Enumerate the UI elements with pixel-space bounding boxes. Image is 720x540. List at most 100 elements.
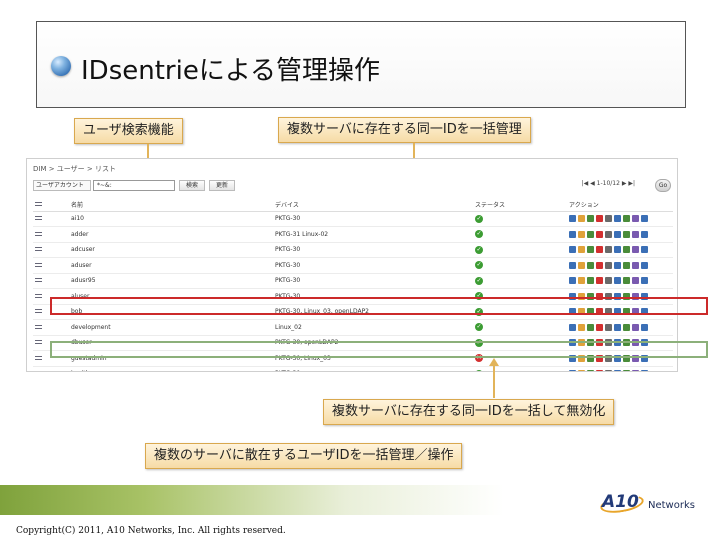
checkbox-icon[interactable] xyxy=(35,293,42,298)
action-icon[interactable] xyxy=(596,230,603,238)
action-icon[interactable] xyxy=(614,261,621,269)
action-icon[interactable] xyxy=(632,215,639,223)
user-name[interactable]: adusr95 xyxy=(69,273,273,289)
action-icon[interactable] xyxy=(641,230,648,238)
action-icon[interactable] xyxy=(569,230,576,238)
column-header[interactable]: 名前 xyxy=(69,199,273,212)
row-select-cell[interactable] xyxy=(33,242,69,258)
checkbox-icon[interactable] xyxy=(35,262,42,267)
action-icon[interactable] xyxy=(623,230,630,238)
action-icon[interactable] xyxy=(641,370,648,371)
action-icon[interactable] xyxy=(623,246,630,254)
user-name[interactable]: adder xyxy=(69,226,273,243)
column-header[interactable]: ステータス xyxy=(473,199,567,212)
action-icon[interactable] xyxy=(587,230,594,238)
checkbox-icon[interactable] xyxy=(35,324,42,329)
action-icon[interactable] xyxy=(605,370,612,371)
action-icon[interactable] xyxy=(578,230,585,238)
table-row[interactable]: jsmithPKTG-30✓ xyxy=(33,366,673,372)
go-button[interactable]: Go xyxy=(655,179,671,192)
action-icon[interactable] xyxy=(641,277,648,285)
user-name[interactable]: aduser xyxy=(69,257,273,274)
action-icon[interactable] xyxy=(632,323,639,331)
action-icon[interactable] xyxy=(587,261,594,269)
action-icon[interactable] xyxy=(623,323,630,331)
row-select-cell[interactable] xyxy=(33,226,69,243)
action-icon[interactable] xyxy=(605,277,612,285)
action-icon[interactable] xyxy=(641,261,648,269)
action-icon[interactable] xyxy=(596,323,603,331)
action-icon[interactable] xyxy=(569,277,576,285)
action-icon[interactable] xyxy=(569,246,576,254)
checkbox-icon[interactable] xyxy=(35,371,42,372)
action-icon[interactable] xyxy=(614,230,621,238)
pager[interactable]: |◀ ◀ 1-10/12 ▶ ▶| xyxy=(582,180,635,187)
table-row[interactable]: adcuser PKTG-30 ✓ xyxy=(33,242,673,258)
action-icon[interactable] xyxy=(614,370,621,371)
user-name[interactable]: jsmith xyxy=(69,366,273,371)
row-select-cell[interactable] xyxy=(33,257,69,274)
action-icon[interactable] xyxy=(614,277,621,285)
action-icon[interactable] xyxy=(614,246,621,254)
user-name[interactable]: development xyxy=(69,319,273,336)
action-icon[interactable] xyxy=(578,261,585,269)
action-icon[interactable] xyxy=(578,215,585,223)
action-icon[interactable] xyxy=(623,370,630,371)
user-name[interactable]: ai10 xyxy=(69,211,273,227)
checkbox-icon[interactable] xyxy=(35,355,42,360)
select-all-header[interactable] xyxy=(33,199,69,212)
action-icon[interactable] xyxy=(596,215,603,223)
action-icon[interactable] xyxy=(578,323,585,331)
table-row[interactable]: adusr95 PKTG-30 ✓ xyxy=(33,273,673,289)
action-icon[interactable] xyxy=(587,246,594,254)
action-icon[interactable] xyxy=(587,323,594,331)
checkbox-icon[interactable] xyxy=(35,278,42,283)
action-icon[interactable] xyxy=(632,230,639,238)
table-row[interactable]: adder PKTG-31 Linux-02 ✓ xyxy=(33,226,673,243)
action-icon[interactable] xyxy=(605,215,612,223)
row-select-cell[interactable] xyxy=(33,366,69,372)
action-icon[interactable] xyxy=(641,246,648,254)
column-header[interactable]: デバイス xyxy=(273,199,473,212)
row-select-cell[interactable] xyxy=(33,273,69,289)
action-icon[interactable] xyxy=(605,246,612,254)
action-icon[interactable] xyxy=(605,261,612,269)
action-icon[interactable] xyxy=(614,215,621,223)
action-icon[interactable] xyxy=(587,215,594,223)
breadcrumb[interactable]: DIM > ユーザー > リスト xyxy=(33,164,116,174)
action-icon[interactable] xyxy=(587,277,594,285)
filter-select[interactable]: ユーザアカウント xyxy=(33,180,91,191)
action-icon[interactable] xyxy=(578,370,585,371)
checkbox-icon[interactable] xyxy=(35,247,42,252)
table-row[interactable]: ai10 PKTG-30 ✓ xyxy=(33,211,673,227)
action-icon[interactable] xyxy=(596,261,603,269)
action-icon[interactable] xyxy=(587,370,594,371)
action-icon[interactable] xyxy=(596,277,603,285)
search-button[interactable]: 検索 xyxy=(179,180,205,191)
action-icon[interactable] xyxy=(632,246,639,254)
action-icon[interactable] xyxy=(578,277,585,285)
action-icon[interactable] xyxy=(605,230,612,238)
row-select-cell[interactable] xyxy=(33,211,69,227)
action-icon[interactable] xyxy=(623,261,630,269)
user-name[interactable]: adcuser xyxy=(69,242,273,258)
action-icon[interactable] xyxy=(596,246,603,254)
row-select-cell[interactable] xyxy=(33,319,69,336)
action-icon[interactable] xyxy=(605,323,612,331)
action-icon[interactable] xyxy=(641,323,648,331)
action-icon[interactable] xyxy=(569,215,576,223)
action-icon[interactable] xyxy=(632,370,639,371)
checkbox-icon[interactable] xyxy=(35,231,42,236)
action-icon[interactable] xyxy=(623,277,630,285)
action-icon[interactable] xyxy=(623,215,630,223)
table-row[interactable]: development Linux_02 ✓ xyxy=(33,319,673,336)
action-icon[interactable] xyxy=(632,277,639,285)
reset-button[interactable]: 更新 xyxy=(209,180,235,191)
action-icon[interactable] xyxy=(578,246,585,254)
search-input[interactable]: *~&: xyxy=(93,180,175,191)
checkbox-icon[interactable] xyxy=(35,216,42,221)
action-icon[interactable] xyxy=(614,323,621,331)
checkbox-icon[interactable] xyxy=(35,340,42,345)
action-icon[interactable] xyxy=(569,323,576,331)
action-icon[interactable] xyxy=(569,370,576,371)
